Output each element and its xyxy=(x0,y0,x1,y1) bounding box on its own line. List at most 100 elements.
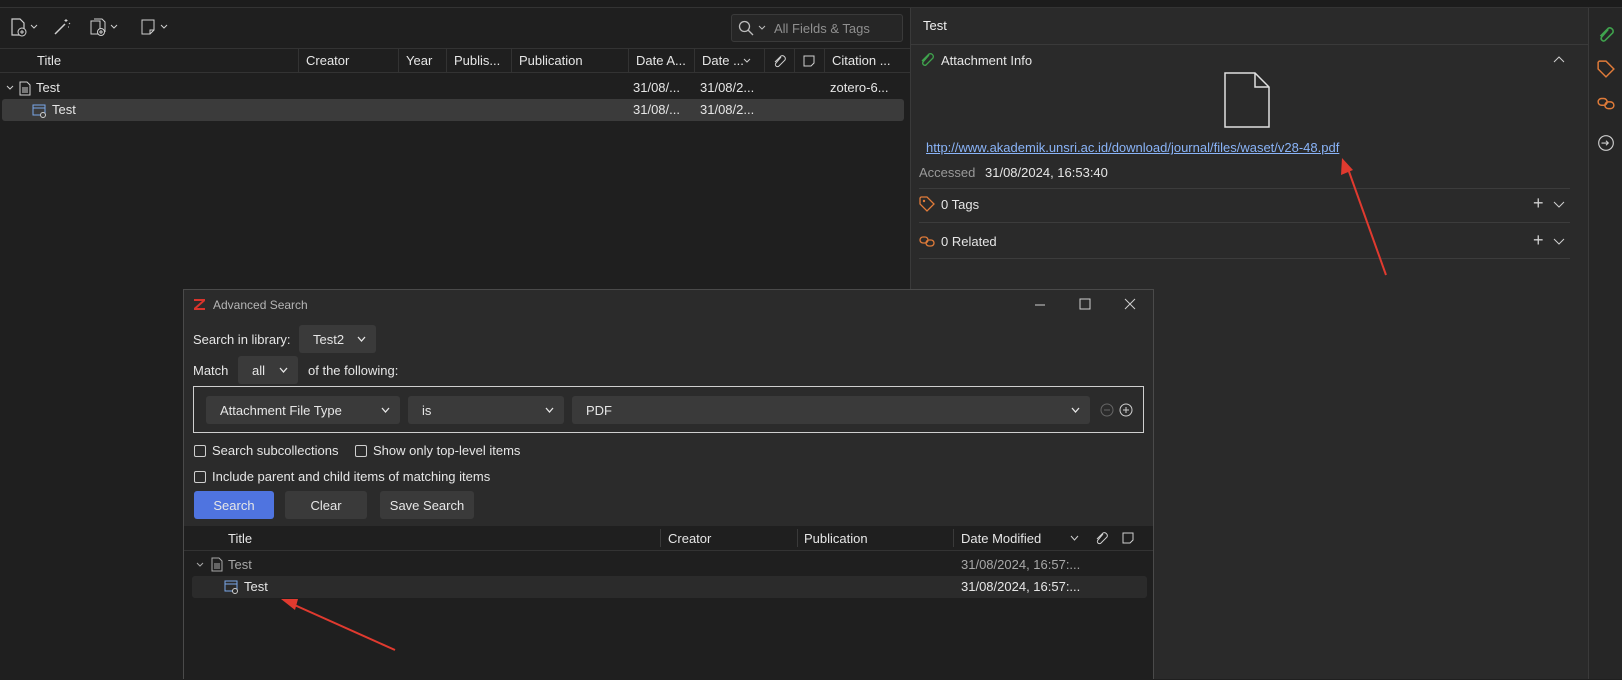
chevron-down-icon xyxy=(30,24,38,29)
chevron-down-icon xyxy=(279,367,288,373)
match-dropdown[interactable]: all xyxy=(238,356,298,384)
library-dropdown[interactable]: Test2 xyxy=(299,325,376,353)
column-year[interactable]: Year xyxy=(398,49,453,73)
column-publication[interactable]: Publication xyxy=(511,49,627,73)
row-date-added: 31/08/... xyxy=(633,80,680,95)
column-date-added[interactable]: Date A... xyxy=(628,49,694,73)
chevron-down-icon xyxy=(357,336,366,342)
row-date-added: 31/08/... xyxy=(633,102,680,117)
checkbox-box[interactable] xyxy=(194,444,206,457)
condition-row: Attachment File Type is PDF xyxy=(193,386,1144,433)
chevron-down-icon[interactable] xyxy=(1553,200,1565,210)
row-title: Test xyxy=(36,80,60,95)
results-column-title[interactable]: Title xyxy=(228,531,252,546)
search-subcollections-checkbox[interactable]: Search subcollections xyxy=(194,443,338,458)
tag-nav-icon[interactable] xyxy=(1597,60,1615,78)
table-row-selected[interactable]: Test 31/08/... 31/08/2... xyxy=(2,99,904,121)
tag-icon xyxy=(919,196,935,212)
add-by-identifier-button[interactable] xyxy=(52,16,72,38)
condition-field-dropdown[interactable]: Attachment File Type xyxy=(206,396,400,424)
search-placeholder: All Fields & Tags xyxy=(774,20,870,36)
web-attachment-icon xyxy=(32,104,46,118)
result-date-modified: 31/08/2024, 16:57:... xyxy=(961,557,1081,572)
checkbox-label: Show only top-level items xyxy=(373,443,521,458)
close-icon[interactable] xyxy=(1124,298,1136,310)
condition-value-dropdown[interactable]: PDF xyxy=(572,396,1090,424)
chevron-down-icon xyxy=(758,25,766,30)
related-section-header[interactable]: 0 Related xyxy=(919,233,997,249)
results-column-header: Title Creator Publication Date Modified xyxy=(184,526,1153,551)
column-title[interactable]: Title xyxy=(30,49,298,73)
result-row[interactable]: Test 31/08/2024, 16:57:... xyxy=(184,554,1153,576)
add-attachment-button[interactable] xyxy=(88,16,118,38)
dialog-titlebar[interactable]: Advanced Search xyxy=(184,290,1153,320)
search-input[interactable]: All Fields & Tags xyxy=(731,14,903,42)
maximize-icon[interactable] xyxy=(1079,298,1091,310)
add-tag-icon[interactable]: + xyxy=(1533,193,1544,214)
chevron-down-icon xyxy=(1071,407,1080,413)
search-in-library-label: Search in library: xyxy=(193,332,291,347)
minimize-icon[interactable] xyxy=(1034,299,1046,311)
checkbox-box[interactable] xyxy=(194,470,206,483)
divider xyxy=(919,188,1570,189)
match-label: Match xyxy=(193,363,229,378)
new-item-button[interactable] xyxy=(8,16,38,38)
top-level-items-checkbox[interactable]: Show only top-level items xyxy=(355,443,520,458)
paperclip-icon[interactable] xyxy=(1094,531,1108,545)
advanced-search-dialog: Advanced Search Search in library: Test2… xyxy=(183,289,1154,680)
chevron-down-icon xyxy=(110,24,118,29)
search-icon xyxy=(738,20,754,36)
chevron-down-icon[interactable] xyxy=(196,561,204,569)
column-citation[interactable]: Citation ... xyxy=(824,49,910,73)
zotero-logo-icon xyxy=(194,299,205,310)
row-date-modified: 31/08/2... xyxy=(700,80,755,95)
divider xyxy=(919,258,1570,259)
checkbox-label: Include parent and child items of matchi… xyxy=(212,469,491,484)
note-icon xyxy=(141,19,155,35)
column-date-modified[interactable]: Date ... xyxy=(694,49,764,73)
save-search-button[interactable]: Save Search xyxy=(380,491,474,519)
row-citation: zotero-6... xyxy=(830,80,889,95)
item-pane-sidenav xyxy=(1588,8,1622,679)
parent-child-checkbox[interactable]: Include parent and child items of matchi… xyxy=(194,469,490,484)
column-publisher[interactable]: Publis... xyxy=(446,49,511,73)
file-icon xyxy=(1224,72,1270,128)
chevron-down-icon xyxy=(381,407,390,413)
search-button[interactable]: Search xyxy=(194,491,274,519)
chevron-down-icon[interactable] xyxy=(1553,237,1565,247)
document-icon xyxy=(211,557,223,572)
chevron-down-icon xyxy=(545,407,554,413)
note-icon[interactable] xyxy=(1121,531,1135,545)
results-column-date-modified[interactable]: Date Modified xyxy=(961,531,1041,546)
checkbox-box[interactable] xyxy=(355,444,367,457)
condition-operator-value: is xyxy=(422,402,432,418)
remove-condition-icon[interactable] xyxy=(1100,403,1114,417)
sort-chevron-icon xyxy=(1070,535,1079,541)
new-note-button[interactable] xyxy=(138,16,168,38)
chevron-up-icon[interactable] xyxy=(1553,55,1565,65)
results-column-creator[interactable]: Creator xyxy=(668,531,711,546)
tags-label: 0 Tags xyxy=(941,196,980,212)
following-label: of the following: xyxy=(308,363,399,378)
accessed-value: 31/08/2024, 16:53:40 xyxy=(985,165,1108,180)
attachment-url-link[interactable]: http://www.akademik.unsri.ac.id/download… xyxy=(926,140,1339,155)
locate-icon[interactable] xyxy=(1597,134,1615,152)
add-condition-icon[interactable] xyxy=(1119,403,1133,417)
divider xyxy=(660,529,661,547)
attachment-info-header[interactable]: Attachment Info xyxy=(919,52,1032,68)
chevron-down-icon[interactable] xyxy=(6,84,14,92)
tags-section-header[interactable]: 0 Tags xyxy=(919,196,979,212)
column-creator[interactable]: Creator xyxy=(298,49,398,73)
table-row[interactable]: Test 31/08/... 31/08/2... zotero-6... xyxy=(0,77,910,99)
attachment-nav-icon[interactable] xyxy=(1597,26,1615,44)
related-nav-icon[interactable] xyxy=(1597,94,1615,112)
divider xyxy=(953,529,954,547)
column-notes[interactable] xyxy=(794,49,824,73)
results-column-publication[interactable]: Publication xyxy=(804,531,868,546)
condition-operator-dropdown[interactable]: is xyxy=(408,396,564,424)
result-row[interactable]: Test 31/08/2024, 16:57:... xyxy=(192,576,1147,598)
result-title: Test xyxy=(244,579,268,594)
clear-button[interactable]: Clear xyxy=(285,491,367,519)
column-attachments[interactable] xyxy=(764,49,794,73)
add-related-icon[interactable]: + xyxy=(1533,230,1544,251)
